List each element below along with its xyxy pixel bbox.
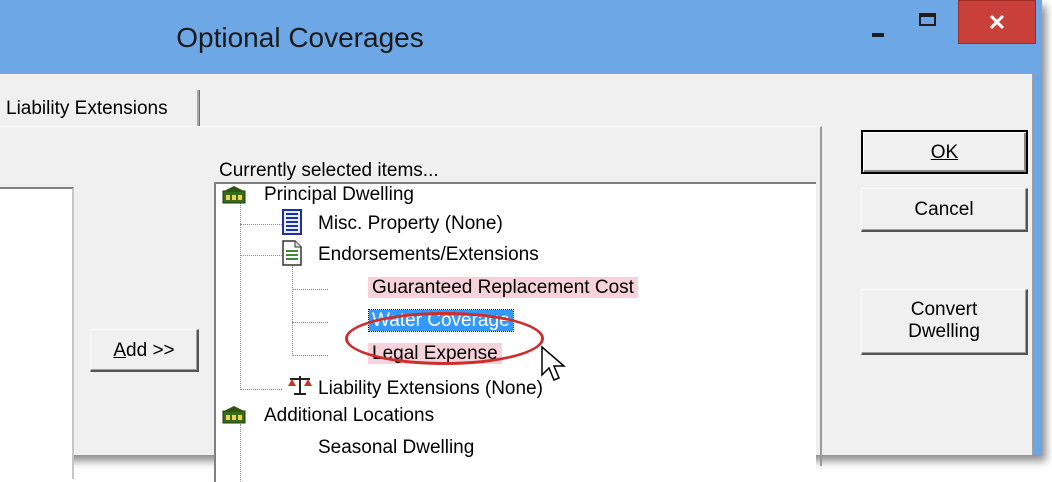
convert-label-line2: Dwelling [908,321,980,342]
document-list-icon [282,209,302,235]
tree-line [292,355,328,356]
dialog-window: Optional Coverages ✕ Liability Extension… [0,0,1042,482]
title-bar[interactable]: Optional Coverages ✕ [0,0,1042,74]
scales-icon [288,376,312,395]
tree-line [292,266,293,356]
convert-dwelling-button[interactable]: Convert Dwelling [861,289,1028,355]
house-icon [222,406,246,424]
house-icon [222,186,246,204]
window-title: Optional Coverages [176,22,424,53]
tree-line [240,224,282,225]
dialog-body: Liability Extensions Add >> Currently se… [0,74,1033,482]
tab-liability-extensions[interactable]: Liability Extensions [0,90,199,126]
tree-node-misc-property[interactable]: Misc. Property (None) [318,210,503,238]
ok-label: OK [930,142,959,163]
tree-line [240,424,241,482]
grc-label: Guaranteed Replacement Cost [368,277,638,298]
selected-items-label: Currently selected items... [219,160,439,181]
tree-line [240,202,241,390]
tree-node-principal-dwelling[interactable]: Principal Dwelling [264,184,414,209]
add-label-underlined: A [113,340,127,361]
maximize-icon[interactable] [906,0,952,44]
add-button[interactable]: Add >> [90,329,199,372]
tab-label: Liability Extensions [6,98,168,119]
tree-node-liability-extensions[interactable]: Liability Extensions (None) [318,375,543,403]
tree-line [240,255,282,256]
add-label: dd >> [126,340,175,361]
convert-label-line1: Convert [910,299,978,320]
tree-node-additional-locations[interactable]: Additional Locations [264,402,434,430]
tree-node-guaranteed-replacement-cost[interactable]: Guaranteed Replacement Cost [368,274,638,302]
available-items-list[interactable] [0,187,74,479]
tree-node-seasonal-dwelling[interactable]: Seasonal Dwelling [318,434,474,462]
cursor-arrow-icon [541,345,566,381]
tree-line [292,289,328,290]
minimize-icon[interactable] [856,0,900,44]
ok-button[interactable]: OK [861,130,1028,174]
close-icon[interactable]: ✕ [958,0,1036,44]
annotation-ellipse [345,312,544,365]
tree-node-endorsements[interactable]: Endorsements/Extensions [318,241,539,269]
cancel-label: Cancel [914,199,974,220]
tree-line [240,389,282,390]
tree-line [292,322,328,323]
cancel-button[interactable]: Cancel [861,188,1028,232]
document-icon [282,240,302,266]
